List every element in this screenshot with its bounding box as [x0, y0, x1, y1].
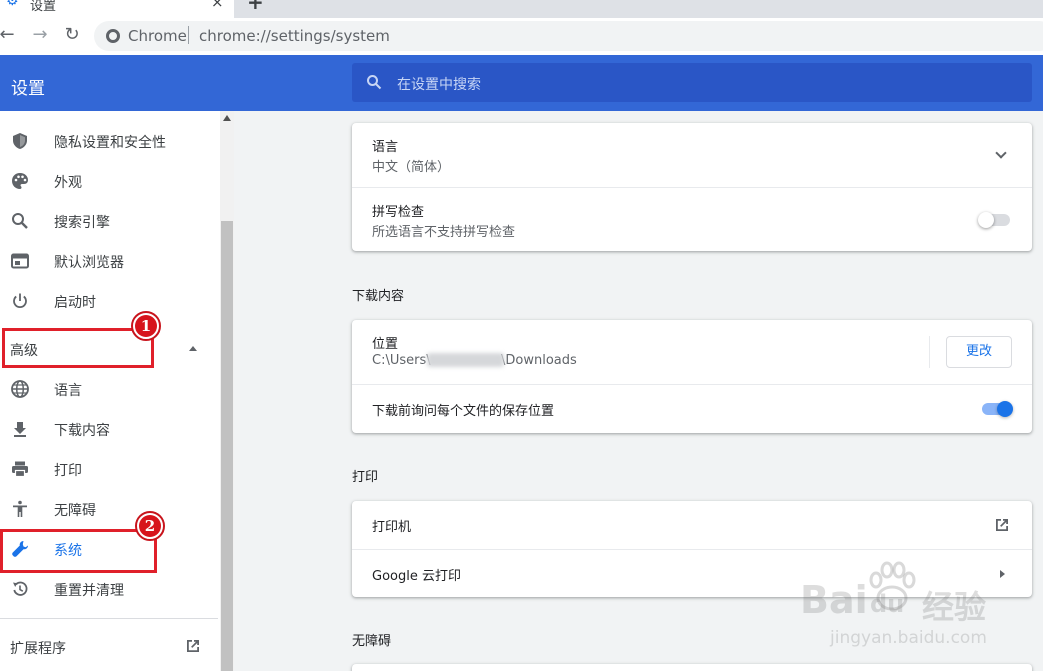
location-path-suffix: \Downloads	[501, 353, 577, 368]
search-placeholder: 在设置中搜索	[397, 77, 481, 93]
sidebar-item-extensions[interactable]: 扩展程序	[10, 638, 66, 658]
tab-strip: ⚙ 设置 × +	[0, 0, 1043, 18]
sidebar-item-search-engine[interactable]: 搜索引擎	[0, 201, 218, 241]
omnibox-separator	[188, 26, 189, 44]
palette-icon	[12, 173, 28, 189]
annotation-badge-2: 2	[135, 511, 165, 541]
sidebar-item-printing[interactable]: 打印	[0, 449, 218, 489]
sidebar-item-appearance[interactable]: 外观	[0, 161, 218, 201]
sidebar-item-label: 默认浏览器	[54, 255, 124, 271]
language-value: 中文（简体）	[372, 160, 451, 175]
location-path-prefix: C:\Users\	[372, 353, 431, 368]
new-tab-button[interactable]: +	[247, 0, 264, 14]
sidebar-item-label: 重置并清理	[54, 583, 124, 599]
chevron-down-icon[interactable]	[995, 147, 1007, 159]
browser-icon	[11, 253, 29, 269]
printers-title: 打印机	[372, 520, 412, 535]
ask-location-title: 下载前询问每个文件的保存位置	[372, 404, 555, 419]
print-section-title: 打印	[352, 470, 379, 485]
spellcheck-title: 拼写检查	[372, 205, 425, 220]
sidebar-item-accessibility[interactable]: 无障碍	[0, 489, 218, 529]
spellcheck-row: 拼写检查 所选语言不支持拼写检查	[352, 188, 1032, 251]
back-arrow-icon[interactable]: ←	[0, 24, 19, 45]
settings-search-input[interactable]: 在设置中搜索	[352, 63, 1032, 102]
open-in-new-icon[interactable]	[184, 637, 202, 655]
chrome-icon	[106, 29, 120, 43]
sidebar-divider	[0, 618, 218, 619]
sidebar-item-label: 语言	[54, 383, 82, 399]
watermark-url: jingyan.baidu.com	[830, 628, 987, 648]
toggle-knob	[997, 401, 1013, 417]
close-icon[interactable]: ×	[211, 0, 224, 11]
sidebar-item-downloads[interactable]: 下载内容	[0, 409, 218, 449]
ask-location-row: 下载前询问每个文件的保存位置	[352, 385, 1032, 433]
accessibility-icon	[13, 500, 27, 517]
gear-icon: ⚙	[6, 0, 19, 9]
arrow-right-icon	[1000, 570, 1005, 578]
address-bar[interactable]: Chrome chrome://settings/system	[94, 21, 1043, 51]
tab-settings[interactable]: ⚙ 设置 ×	[0, 0, 234, 18]
redacted-username	[427, 353, 504, 367]
spellcheck-subtitle: 所选语言不支持拼写检查	[372, 225, 516, 240]
sidebar-item-label: 搜索引擎	[54, 215, 110, 231]
cloud-print-title: Google 云打印	[372, 569, 461, 584]
download-icon	[14, 422, 26, 437]
location-title: 位置	[372, 337, 399, 352]
settings-sidebar: 隐私设置和安全性 外观 搜索引擎 默认浏览器 启动时 高级 语言 下载内容 打印…	[0, 111, 234, 671]
sidebar-item-label: 外观	[54, 175, 82, 191]
language-row[interactable]: 语言 中文（简体）	[352, 123, 1032, 187]
page-title: 设置	[11, 79, 45, 99]
badge-number: 1	[135, 315, 157, 337]
sidebar-item-languages[interactable]: 语言	[0, 369, 218, 409]
tab-title: 设置	[30, 0, 57, 14]
accessibility-card	[352, 664, 1032, 671]
forward-arrow-icon[interactable]: →	[28, 24, 52, 45]
annotation-badge-1: 1	[131, 311, 161, 341]
settings-header: 设置 在设置中搜索	[0, 55, 1043, 111]
collapse-arrow-icon	[189, 346, 197, 351]
sidebar-item-label: 隐私设置和安全性	[54, 135, 166, 151]
open-in-new-icon[interactable]	[993, 516, 1011, 534]
download-location-row: 位置 C:\Users\ \Downloads 更改	[352, 320, 1032, 384]
search-icon	[367, 75, 382, 90]
sidebar-item-privacy[interactable]: 隐私设置和安全性	[0, 121, 218, 161]
power-icon	[13, 293, 27, 308]
watermark-brand-du: du	[870, 590, 905, 618]
printer-icon	[12, 461, 28, 478]
change-location-button[interactable]: 更改	[946, 336, 1012, 368]
toggle-knob	[978, 212, 994, 228]
sidebar-item-label: 下载内容	[54, 423, 110, 439]
printers-row[interactable]: 打印机	[352, 501, 1032, 549]
reload-icon[interactable]: ↻	[60, 24, 84, 45]
sidebar-item-label: 启动时	[54, 295, 96, 311]
restore-icon	[13, 581, 28, 596]
watermark-brand: Bai	[800, 578, 868, 622]
sidebar-item-on-startup[interactable]: 启动时	[0, 281, 218, 321]
sidebar-item-label: 无障碍	[54, 503, 96, 519]
shield-icon	[13, 133, 27, 149]
downloads-section-title: 下载内容	[352, 289, 405, 304]
omnibox-site-label: Chrome	[128, 27, 187, 45]
watermark-cn: 经验	[922, 588, 987, 626]
downloads-card: 位置 C:\Users\ \Downloads 更改 下载前询问每个文件的保存位…	[352, 320, 1032, 433]
browser-toolbar: ← → ↻ Chrome chrome://settings/system	[0, 18, 1043, 55]
search-icon	[12, 213, 28, 229]
scroll-up-arrow-icon[interactable]	[223, 115, 231, 121]
vertical-separator	[929, 336, 930, 368]
globe-icon	[11, 380, 29, 398]
sidebar-item-default-browser[interactable]: 默认浏览器	[0, 241, 218, 281]
language-card: 语言 中文（简体） 拼写检查 所选语言不支持拼写检查	[352, 123, 1032, 251]
badge-number: 2	[139, 515, 161, 537]
sidebar-item-reset[interactable]: 重置并清理	[0, 569, 218, 609]
language-title: 语言	[372, 140, 399, 155]
accessibility-section-title: 无障碍	[352, 634, 392, 649]
annotation-box-system	[0, 529, 157, 573]
scrollbar-thumb[interactable]	[221, 221, 233, 671]
sidebar-item-label: 打印	[54, 463, 82, 479]
omnibox-url[interactable]: chrome://settings/system	[199, 27, 390, 45]
annotation-box-advanced	[2, 328, 154, 368]
